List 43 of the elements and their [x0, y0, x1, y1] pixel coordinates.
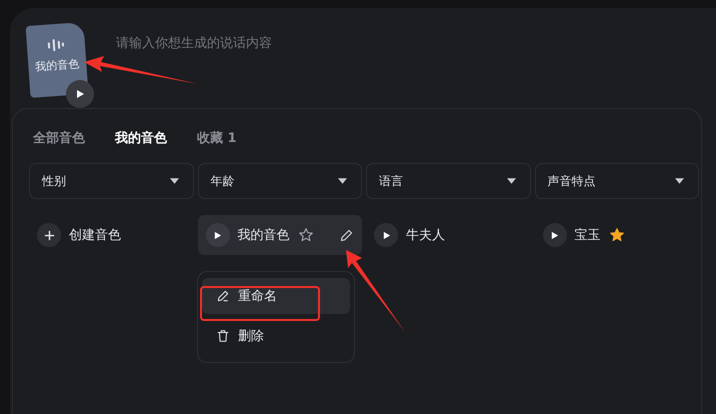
voice-name[interactable]: 牛夫人 — [406, 226, 445, 244]
star-filled-icon[interactable] — [608, 227, 624, 243]
tab[interactable]: 收藏 1 — [193, 127, 243, 149]
edit-icon[interactable] — [339, 228, 354, 242]
trash-icon — [216, 329, 230, 343]
sound-wave-icon — [46, 37, 66, 53]
voice-item[interactable]: 我的音色 — [198, 215, 362, 255]
caret-icon — [170, 178, 178, 184]
filter-label: 声音特点 — [548, 172, 596, 190]
menu-item[interactable]: 删除 — [202, 318, 350, 354]
prompt-field[interactable]: 请输入你想生成的说话内容 — [114, 32, 716, 76]
plus-icon — [44, 230, 54, 240]
filter-dropdown[interactable]: 性别 — [29, 163, 194, 199]
tab[interactable]: 全部音色 — [29, 127, 91, 149]
play-button[interactable] — [542, 223, 566, 247]
play-icon — [382, 230, 390, 240]
voice-file-label: 我的音色 — [34, 56, 80, 74]
add-button[interactable] — [37, 223, 61, 247]
pencil-icon — [216, 289, 230, 303]
filter-label: 语言 — [379, 172, 403, 190]
filter-dropdown[interactable]: 语言 — [366, 163, 530, 199]
filter-dropdown[interactable]: 年龄 — [198, 163, 362, 199]
caret-icon — [506, 178, 516, 184]
voice-item[interactable]: 宝玉 — [534, 215, 699, 255]
play-icon — [550, 230, 559, 240]
filter-label: 年龄 — [210, 172, 234, 190]
voice-name[interactable]: 宝玉 — [574, 226, 600, 244]
voice-name[interactable]: 我的音色 — [238, 226, 290, 244]
star-outline-icon[interactable] — [298, 227, 314, 243]
caret-icon — [675, 178, 684, 184]
filter-dropdown[interactable]: 声音特点 — [534, 163, 699, 199]
play-button[interactable] — [206, 223, 230, 247]
create-voice-label[interactable]: 创建音色 — [69, 226, 121, 244]
voice-file-card[interactable]: 我的音色 — [26, 22, 88, 98]
play-icon — [75, 89, 85, 99]
menu-item[interactable]: 重命名 — [202, 278, 350, 314]
filter-label: 性别 — [42, 172, 66, 190]
play-button[interactable] — [374, 223, 398, 247]
tab[interactable]: 我的音色 — [111, 127, 173, 149]
caret-icon — [338, 178, 347, 184]
voice-item[interactable]: 牛夫人 — [366, 215, 530, 255]
play-icon — [213, 230, 222, 240]
play-button[interactable] — [66, 80, 94, 108]
